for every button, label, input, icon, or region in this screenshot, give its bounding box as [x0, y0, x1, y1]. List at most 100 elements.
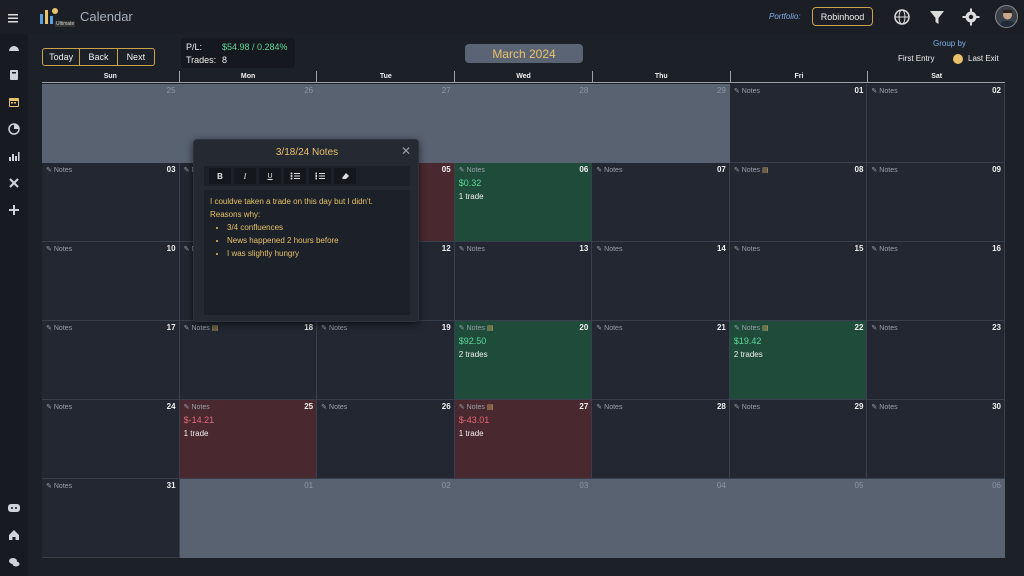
notes-link[interactable]: ✎Notes — [734, 245, 760, 254]
group-by-toggle[interactable] — [953, 54, 963, 64]
last-exit-label[interactable]: Last Exit — [968, 54, 999, 63]
notes-link[interactable]: ✎Notes — [871, 324, 897, 333]
pencil-icon: ✎ — [596, 404, 603, 411]
day-cell[interactable]: 26 ✎ Notes — [317, 400, 455, 479]
notes-link[interactable]: ✎Notes — [46, 403, 72, 412]
notes-link[interactable]: ✎ Notes ▤ — [459, 403, 494, 412]
tools-icon[interactable] — [5, 174, 23, 192]
italic-button[interactable]: I — [234, 168, 256, 184]
bold-button[interactable]: B — [209, 168, 231, 184]
notes-link[interactable]: ✎ Notes ▤ — [734, 324, 769, 333]
day-cell[interactable]: 08 ✎ Notes ▤ — [729, 163, 868, 242]
day-pnl: $-14.21 — [183, 415, 215, 425]
underline-button[interactable]: U — [259, 168, 281, 184]
next-button[interactable]: Next — [118, 49, 154, 65]
calendar-icon[interactable] — [5, 93, 23, 111]
filter-icon[interactable] — [928, 8, 946, 26]
day-cell[interactable]: 03 — [454, 479, 593, 558]
menu-icon[interactable] — [8, 10, 18, 23]
day-cell[interactable]: 24 ✎ Notes — [42, 400, 180, 479]
gear-icon[interactable] — [962, 8, 980, 26]
day-cell[interactable]: 06 ✎ Notes $0.32 1 trade — [454, 163, 593, 242]
notes-editor[interactable]: I couldve taken a trade on this day but … — [204, 190, 410, 315]
avatar[interactable] — [995, 5, 1018, 28]
day-cell[interactable]: 27 ✎ Notes ▤ $-43.01 1 trade — [454, 400, 593, 479]
logo-badge: Ultimate — [55, 21, 76, 27]
notes-link[interactable]: ✎Notes — [46, 324, 72, 333]
notes-link[interactable]: ✎Notes — [596, 166, 622, 175]
portfolio-select[interactable]: Robinhood — [812, 7, 873, 26]
discord-icon[interactable] — [5, 499, 23, 517]
notes-link[interactable]: ✎Notes — [734, 87, 760, 96]
day-cell[interactable]: 18 ✎ Notes ▤ — [179, 321, 318, 400]
day-pnl: $19.42 — [733, 336, 762, 346]
journal-icon[interactable] — [5, 66, 23, 84]
day-cell[interactable]: 17 ✎ Notes — [42, 321, 180, 400]
editor-toolbar: B I U — [204, 166, 410, 186]
chat-icon[interactable] — [5, 553, 23, 571]
day-cell[interactable]: 09 ✎ Notes — [867, 163, 1005, 242]
eraser-icon[interactable] — [334, 168, 356, 184]
notes-link[interactable]: ✎Notes — [459, 166, 485, 175]
day-cell[interactable]: 22 ✎ Notes ▤ $19.42 2 trades — [729, 321, 868, 400]
day-cell[interactable]: 28 — [454, 84, 593, 163]
notes-link[interactable]: ✎Notes — [46, 166, 72, 175]
day-cell[interactable]: 29 — [592, 84, 730, 163]
notes-link[interactable]: ✎Notes — [321, 324, 347, 333]
home-icon[interactable] — [5, 526, 23, 544]
day-cell[interactable]: 20 ✎ Notes ▤ $92.50 2 trades — [454, 321, 593, 400]
today-button[interactable]: Today — [43, 49, 81, 65]
day-cell[interactable]: 01 ✎ Notes — [729, 84, 868, 163]
month-label[interactable]: March 2024 — [465, 44, 583, 63]
day-cell[interactable]: 21 ✎ Notes — [592, 321, 730, 400]
day-cell[interactable]: 02 — [317, 479, 455, 558]
notes-link[interactable]: ✎Notes — [871, 403, 897, 412]
weekday-label: Mon — [178, 71, 317, 82]
notes-link[interactable]: ✎Notes — [596, 324, 622, 333]
notes-link[interactable]: ✎Notes — [46, 245, 72, 254]
reports-icon[interactable] — [5, 120, 23, 138]
add-icon[interactable] — [5, 201, 23, 219]
notes-link[interactable]: ✎Notes — [321, 403, 347, 412]
day-cell[interactable]: 04 — [592, 479, 730, 558]
first-entry-label[interactable]: First Entry — [898, 54, 934, 63]
notes-link[interactable]: ✎ Notes ▤ — [734, 166, 769, 175]
day-cell[interactable]: 13 ✎ Notes — [454, 242, 593, 321]
numbered-list-icon[interactable] — [309, 168, 331, 184]
day-cell[interactable]: 05 — [729, 479, 868, 558]
notes-link[interactable]: ✎Notes — [871, 245, 897, 254]
back-button[interactable]: Back — [80, 49, 118, 65]
notes-link[interactable]: ✎Notes — [871, 166, 897, 175]
notes-link[interactable]: ✎Notes — [184, 403, 210, 412]
day-cell[interactable]: 19 ✎ Notes — [317, 321, 455, 400]
day-cell[interactable]: 28 ✎ Notes — [592, 400, 730, 479]
notes-link[interactable]: ✎ Notes ▤ — [459, 324, 494, 333]
day-cell[interactable]: 29 ✎ Notes — [729, 400, 868, 479]
dashboard-icon[interactable] — [5, 39, 23, 57]
globe-icon[interactable] — [893, 8, 911, 26]
notes-link[interactable]: ✎Notes — [459, 245, 485, 254]
notes-link[interactable]: ✎ Notes ▤ — [184, 324, 219, 333]
bulleted-list-icon[interactable] — [284, 168, 306, 184]
day-cell[interactable]: 01 — [179, 479, 318, 558]
day-cell[interactable]: 02 ✎ Notes — [867, 84, 1005, 163]
notes-link[interactable]: ✎Notes — [596, 403, 622, 412]
day-cell[interactable]: 31 ✎ Notes — [42, 479, 180, 558]
day-cell[interactable]: 15 ✎ Notes — [729, 242, 868, 321]
day-cell[interactable]: 06 — [867, 479, 1005, 558]
notes-link[interactable]: ✎Notes — [871, 87, 897, 96]
close-icon[interactable]: ✕ — [401, 144, 411, 158]
day-cell[interactable]: 07 ✎ Notes — [592, 163, 730, 242]
day-cell[interactable]: 16 ✎ Notes — [867, 242, 1005, 321]
notes-link[interactable]: ✎Notes — [46, 482, 72, 491]
day-cell[interactable]: 10 ✎ Notes — [42, 242, 180, 321]
day-cell[interactable]: 25 — [42, 84, 180, 163]
analytics-icon[interactable] — [5, 147, 23, 165]
day-cell[interactable]: 14 ✎ Notes — [592, 242, 730, 321]
day-cell[interactable]: 03 ✎ Notes — [42, 163, 180, 242]
day-cell[interactable]: 23 ✎ Notes — [867, 321, 1005, 400]
day-cell[interactable]: 25 ✎ Notes $-14.21 1 trade — [179, 400, 318, 479]
notes-link[interactable]: ✎Notes — [734, 403, 760, 412]
notes-link[interactable]: ✎Notes — [596, 245, 622, 254]
day-cell[interactable]: 30 ✎ Notes — [867, 400, 1005, 479]
